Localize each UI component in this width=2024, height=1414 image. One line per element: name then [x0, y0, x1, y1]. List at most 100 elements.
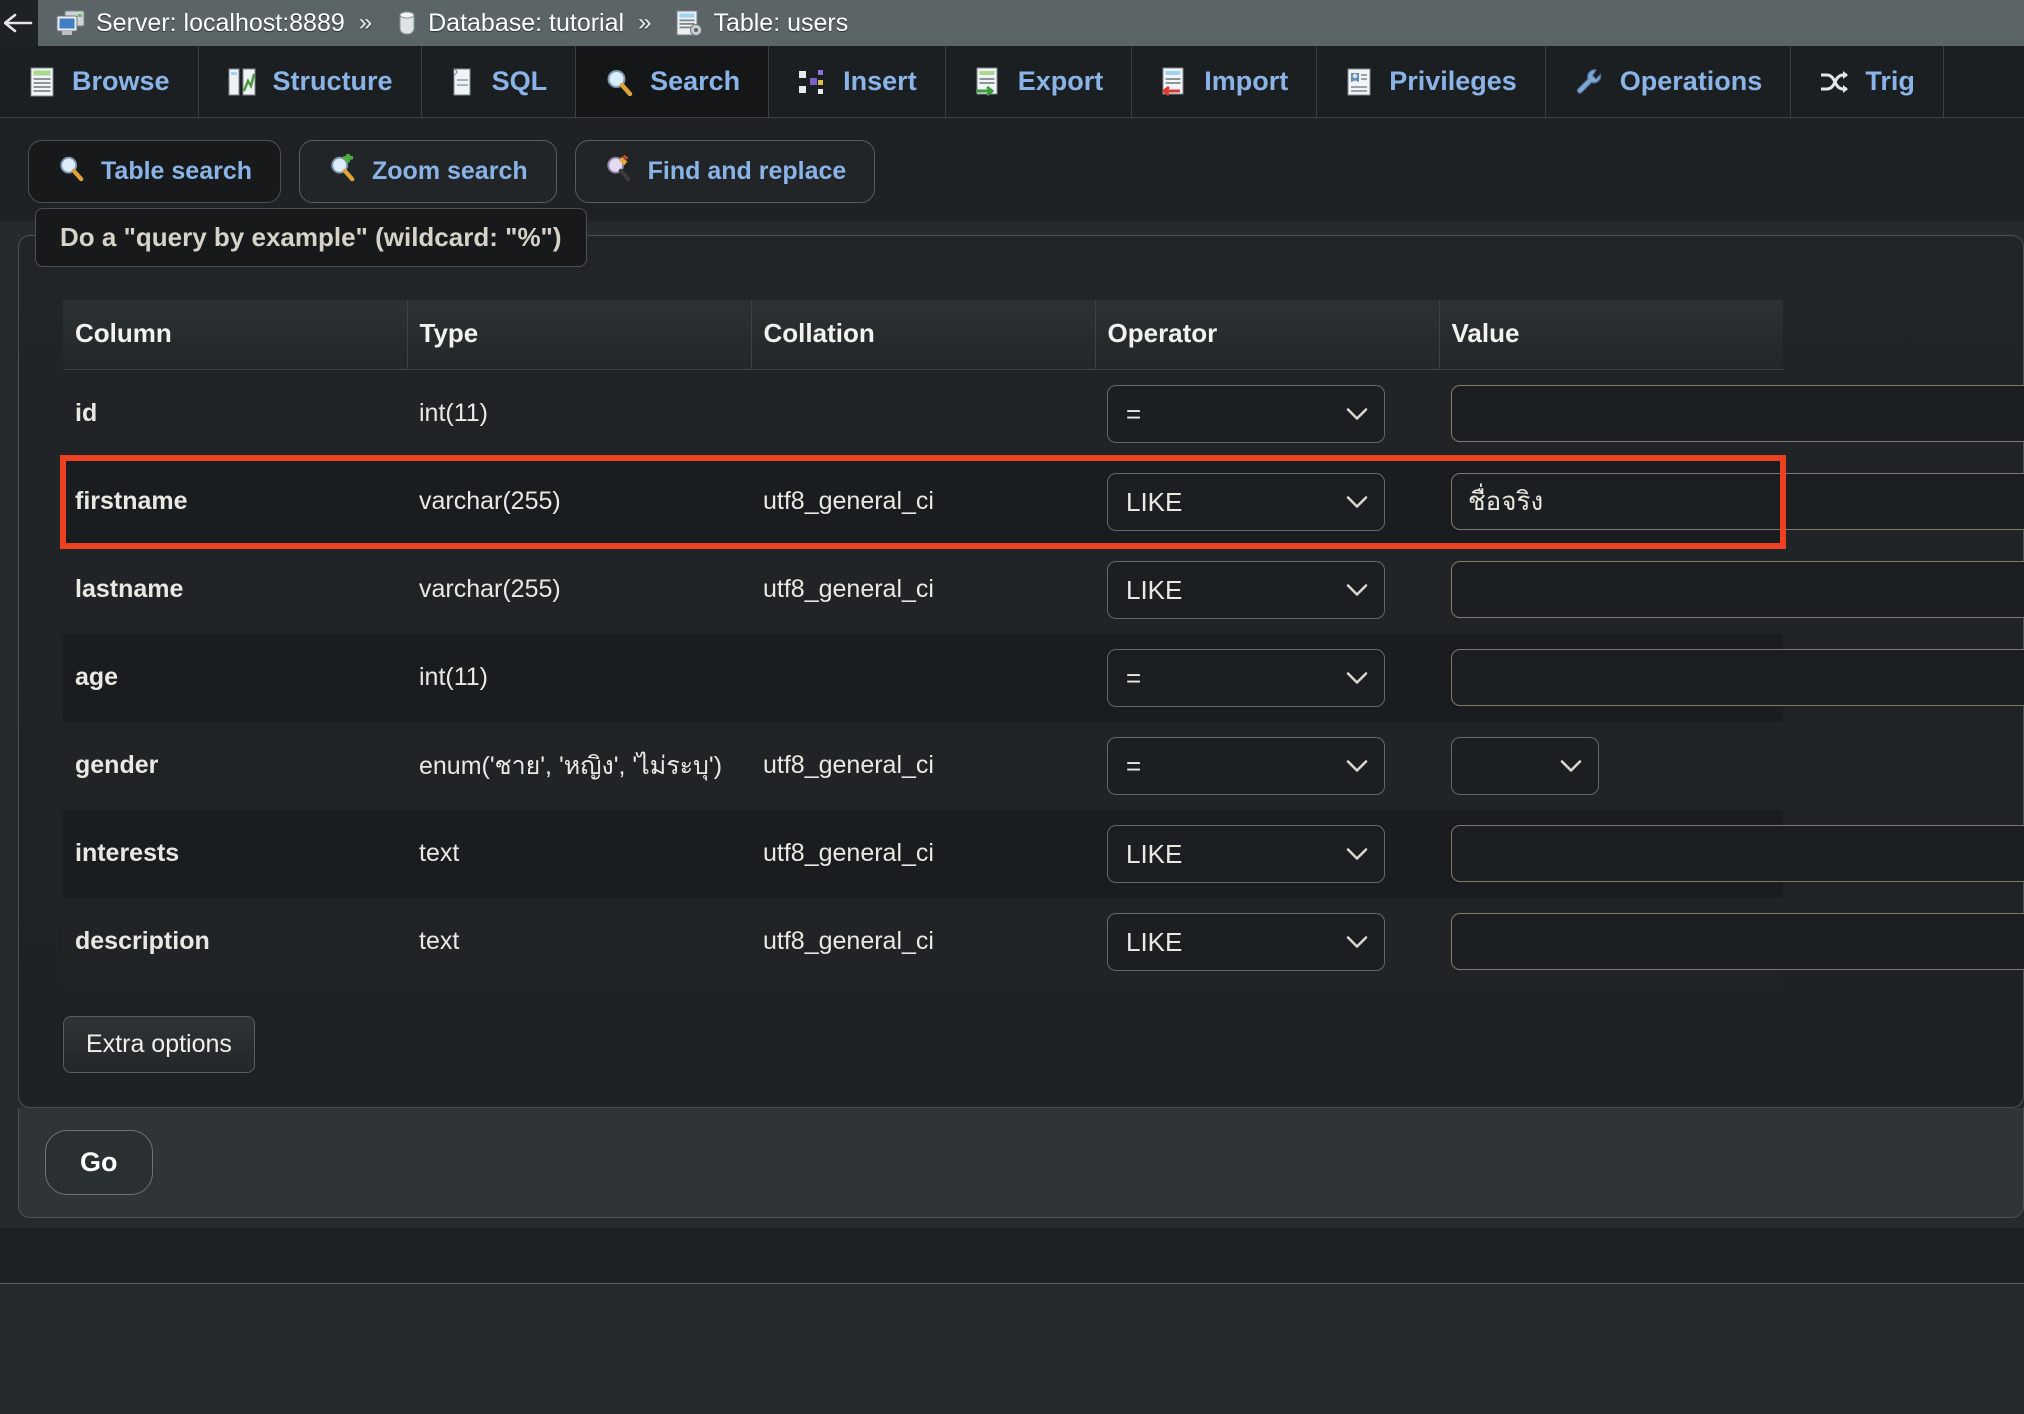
tab-insert[interactable]: Insert	[769, 46, 946, 117]
subtab-zoom-search-label: Zoom search	[372, 157, 528, 185]
breadcrumb-server-label: Server: localhost:8889	[96, 8, 345, 37]
header-value: Value	[1439, 300, 1783, 370]
extra-options-wrapper: Extra options	[63, 1015, 2023, 1073]
cell-column-collation: utf8_general_ci	[763, 839, 934, 867]
magnifier-icon	[57, 154, 85, 189]
breadcrumb-server[interactable]: Server: localhost:8889	[38, 9, 345, 38]
tab-sql[interactable]: SQL	[421, 46, 577, 117]
tab-browse[interactable]: Browse	[0, 46, 199, 117]
operator-select[interactable]: =	[1107, 736, 1385, 795]
operator-select[interactable]: =	[1107, 648, 1385, 707]
cell-value	[1439, 810, 2024, 898]
tab-privileges[interactable]: Privileges	[1317, 46, 1546, 117]
cell-operator: =	[1095, 370, 1439, 458]
breadcrumb-bar: Server: localhost:8889 » Database: tutor…	[0, 0, 2024, 46]
cell-operator: LIKE	[1095, 898, 1439, 986]
cell-column-type: int(11)	[419, 399, 489, 428]
extra-options-button[interactable]: Extra options	[63, 1015, 255, 1073]
value-input[interactable]	[1451, 913, 2024, 970]
bottom-strip	[0, 1227, 2024, 1284]
operator-select[interactable]: LIKE	[1107, 560, 1385, 619]
breadcrumb-table-label: Table: users	[713, 8, 849, 37]
value-input[interactable]	[1451, 473, 2024, 530]
operator-select-wrapper: LIKE	[1107, 472, 1385, 531]
go-button[interactable]: Go	[45, 1129, 153, 1195]
cell-column-name: id	[75, 399, 98, 428]
table-header-row: Column Type Collation Operator Value	[63, 300, 1783, 370]
cell-value	[1439, 370, 2024, 458]
breadcrumb-separator-2: »	[638, 9, 652, 36]
browse-icon	[28, 67, 56, 97]
operator-select[interactable]: =	[1107, 384, 1385, 443]
table-row: gender enum('ชาย', 'หญิง', 'ไม่ระบุ') utf8…	[63, 721, 1783, 810]
cell-column-name: gender	[75, 751, 159, 779]
tab-search[interactable]: Search	[576, 46, 770, 117]
sql-icon	[450, 67, 476, 97]
insert-icon	[797, 67, 827, 97]
cell-column-collation: utf8_general_ci	[763, 487, 934, 515]
tab-operations[interactable]: Operations	[1545, 46, 1792, 117]
header-column: Column	[63, 300, 408, 370]
operator-select-wrapper: LIKE	[1107, 912, 1385, 971]
value-select[interactable]	[1451, 736, 1599, 795]
header-collation: Collation	[751, 300, 1096, 370]
breadcrumb-database-label: Database: tutorial	[428, 8, 625, 37]
operator-select-wrapper: =	[1107, 736, 1385, 795]
header-type: Type	[407, 300, 752, 370]
cell-value	[1439, 898, 2024, 986]
operator-select[interactable]: LIKE	[1107, 824, 1385, 883]
tab-structure[interactable]: Structure	[198, 46, 422, 117]
breadcrumb-table[interactable]: Table: users	[657, 9, 848, 38]
table-row: id int(11) =	[63, 369, 2024, 458]
fieldset-legend: Do a "query by example" (wildcard: "%")	[35, 208, 587, 267]
tab-browse-label: Browse	[72, 66, 170, 96]
header-operator: Operator	[1095, 300, 1440, 370]
search-criteria-table: Column Type Collation Operator Value id i…	[60, 300, 2024, 986]
subtab-find-and-replace[interactable]: Find and replace	[574, 140, 876, 203]
server-icon	[56, 9, 86, 37]
cell-operator: =	[1095, 634, 1439, 722]
tab-insert-label: Insert	[843, 66, 917, 96]
cell-operator: LIKE	[1095, 546, 1439, 634]
breadcrumb-separator-1: »	[358, 9, 373, 36]
operator-select-wrapper: LIKE	[1107, 560, 1385, 619]
value-input[interactable]	[1451, 561, 2024, 618]
triggers-icon	[1819, 69, 1849, 95]
operator-select-wrapper: =	[1107, 648, 1385, 707]
subtab-zoom-search[interactable]: Zoom search	[299, 140, 557, 203]
operator-select[interactable]: LIKE	[1107, 472, 1385, 531]
cell-column-type: varchar(255)	[419, 487, 561, 515]
table-row: age int(11) =	[63, 633, 2024, 722]
tab-search-label: Search	[650, 66, 741, 96]
subtab-table-search[interactable]: Table search	[28, 140, 282, 203]
export-icon	[974, 67, 1002, 97]
back-button[interactable]	[0, 0, 38, 46]
tab-export[interactable]: Export	[945, 46, 1133, 117]
cell-column-name: lastname	[75, 575, 184, 603]
operator-select-wrapper: =	[1107, 384, 1385, 443]
tab-import[interactable]: Import	[1132, 46, 1318, 117]
search-icon	[604, 67, 634, 97]
tab-operations-label: Operations	[1619, 66, 1763, 96]
tab-import-label: Import	[1204, 66, 1289, 96]
cell-column-type: text	[419, 839, 460, 867]
subtab-find-and-replace-label: Find and replace	[647, 157, 847, 185]
cell-column-collation	[751, 634, 1095, 722]
operator-select-wrapper: LIKE	[1107, 824, 1385, 883]
breadcrumb-database[interactable]: Database: tutorial	[378, 9, 624, 38]
tab-triggers[interactable]: Trig	[1791, 46, 1944, 117]
magnifier-pen-icon	[604, 154, 632, 189]
cell-column-name: interests	[75, 839, 180, 867]
table-row: description text utf8_general_ci LIKE	[63, 897, 2024, 986]
table-row: firstname varchar(255) utf8_general_ci LIKE	[60, 454, 2024, 549]
operator-select[interactable]: LIKE	[1107, 912, 1385, 971]
table-row: lastname varchar(255) utf8_general_ci LIKE	[63, 545, 2024, 634]
value-input[interactable]	[1451, 825, 2024, 882]
value-input[interactable]	[1451, 649, 2024, 706]
back-arrow-icon	[4, 13, 33, 33]
magnifier-plus-icon	[328, 152, 356, 189]
sub-tab-bar: Table search Zoom search Find and replac…	[0, 118, 2024, 221]
table-row: interests text utf8_general_ci LIKE	[63, 809, 2024, 898]
value-input[interactable]	[1451, 385, 2024, 443]
cell-operator: LIKE	[1095, 458, 1439, 546]
